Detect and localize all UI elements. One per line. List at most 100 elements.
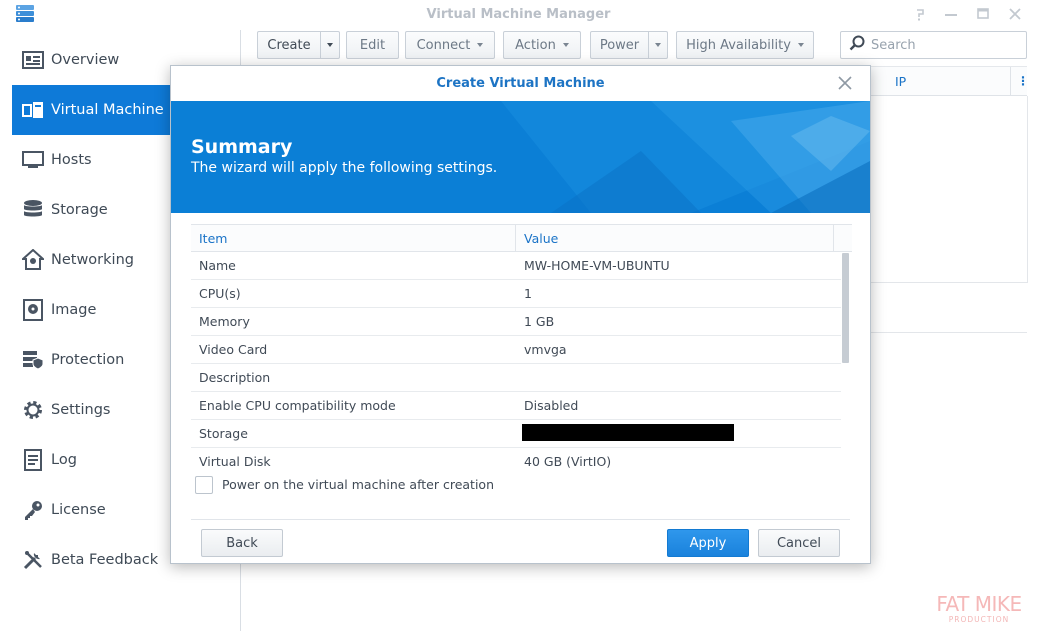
- row-value: vmvga: [524, 342, 567, 357]
- overview-icon: [21, 48, 45, 72]
- summary-heading: Summary: [191, 136, 293, 158]
- beta-feedback-icon: [21, 548, 45, 572]
- sidebar-item-label: Protection: [51, 352, 125, 368]
- image-icon: [21, 298, 45, 322]
- column-header-item[interactable]: Item: [199, 231, 227, 246]
- dialog-title: Create Virtual Machine: [436, 76, 605, 91]
- summary-subheading: The wizard will apply the following sett…: [191, 160, 498, 176]
- create-button[interactable]: Create: [257, 31, 321, 59]
- row-item: Enable CPU compatibility mode: [199, 398, 396, 413]
- protection-icon: [21, 348, 45, 372]
- back-button[interactable]: Back: [201, 529, 283, 557]
- row-item: Description: [199, 370, 271, 385]
- sidebar-item-label: Networking: [51, 252, 134, 268]
- search-field[interactable]: [840, 31, 1027, 59]
- column-menu-icon[interactable]: ⋮: [1017, 74, 1029, 88]
- connect-button-label: Connect: [416, 37, 471, 53]
- high-availability-button[interactable]: High Availability: [676, 31, 814, 59]
- maximize-icon[interactable]: [974, 5, 992, 23]
- search-input[interactable]: [871, 37, 1021, 53]
- row-value: 1 GB: [524, 314, 555, 329]
- row-item: Virtual Disk: [199, 454, 271, 469]
- sidebar-item-label: Settings: [51, 402, 111, 418]
- sidebar-item-label: Storage: [51, 202, 108, 218]
- watermark: FAT MIKE PRODUCTION: [926, 593, 1032, 624]
- dialog-footer-divider: [191, 519, 850, 520]
- row-value: MW-HOME-VM-UBUNTU: [524, 258, 670, 273]
- row-item: Name: [199, 258, 236, 273]
- column-divider: [1010, 67, 1011, 96]
- table-row: Storage: [191, 420, 841, 448]
- table-row: Description: [191, 364, 841, 392]
- chevron-down-icon: [797, 43, 804, 47]
- close-icon[interactable]: [838, 76, 852, 90]
- create-dropdown-button[interactable]: [320, 31, 340, 59]
- watermark-subtitle: PRODUCTION: [948, 615, 1010, 624]
- log-icon: [21, 448, 45, 472]
- grid-divider: [870, 332, 1027, 333]
- chevron-down-icon: [562, 43, 569, 47]
- apply-button[interactable]: Apply: [667, 529, 749, 557]
- row-value: Disabled: [524, 398, 579, 413]
- edit-button[interactable]: Edit: [346, 31, 399, 59]
- column-header-value[interactable]: Value: [524, 231, 558, 246]
- title-bar: Virtual Machine Manager: [0, 0, 1037, 30]
- storage-icon: [21, 198, 45, 222]
- chevron-down-icon: [327, 43, 333, 47]
- row-value: 1: [524, 286, 532, 301]
- row-value: 40 GB (VirtIO): [524, 454, 612, 469]
- sidebar-item-label: Virtual Machine: [51, 102, 164, 118]
- create-vm-dialog: Create Virtual Machine Summary The wizar…: [170, 65, 871, 564]
- license-icon: [21, 498, 45, 522]
- table-row: Enable CPU compatibility mode Disabled: [191, 392, 841, 420]
- column-header-ip[interactable]: IP: [895, 74, 906, 89]
- close-window-icon[interactable]: [1006, 5, 1024, 23]
- sidebar-item-label: Hosts: [51, 152, 92, 168]
- sidebar-item-label: Overview: [51, 52, 120, 68]
- vm-grid-header: IP ⋮: [870, 66, 1029, 96]
- chevron-down-icon: [477, 43, 484, 47]
- table-row: Memory 1 GB: [191, 308, 841, 336]
- column-divider: [833, 225, 834, 252]
- hosts-icon: [21, 148, 45, 172]
- grid-divider: [1027, 96, 1028, 283]
- row-item: Memory: [199, 314, 250, 329]
- scrollbar[interactable]: [842, 253, 849, 363]
- sidebar-item-label: Image: [51, 302, 97, 318]
- minimize-icon[interactable]: [942, 5, 960, 23]
- row-item: CPU(s): [199, 286, 241, 301]
- row-item: Storage: [199, 426, 248, 441]
- power-on-checkbox[interactable]: [195, 476, 213, 494]
- virtual-machine-icon: [21, 98, 45, 122]
- column-divider: [515, 225, 516, 252]
- action-button[interactable]: Action: [503, 31, 581, 59]
- table-row: Video Card vmvga: [191, 336, 841, 364]
- window-title: Virtual Machine Manager: [426, 7, 611, 22]
- power-button[interactable]: Power: [590, 31, 649, 59]
- power-dropdown-button[interactable]: [648, 31, 668, 59]
- table-row: Virtual Disk 40 GB (VirtIO): [191, 448, 841, 470]
- dialog-header: Create Virtual Machine: [171, 66, 870, 101]
- grid-divider: [870, 282, 1027, 283]
- row-item: Video Card: [199, 342, 268, 357]
- power-on-label[interactable]: Power on the virtual machine after creat…: [222, 477, 494, 492]
- summary-grid-header: Item Value: [191, 224, 852, 252]
- cancel-button[interactable]: Cancel: [758, 529, 840, 557]
- chevron-down-icon: [655, 43, 661, 47]
- search-icon: [849, 35, 865, 55]
- sidebar-item-label: Beta Feedback: [51, 552, 159, 568]
- connect-button[interactable]: Connect: [405, 31, 495, 59]
- summary-banner: Summary The wizard will apply the follow…: [171, 101, 870, 213]
- redacted-value: [522, 424, 734, 441]
- high-availability-label: High Availability: [686, 37, 791, 53]
- help-icon[interactable]: [912, 5, 930, 23]
- summary-grid: Item Value Name MW-HOME-VM-UBUNTU CPU(s)…: [191, 224, 852, 470]
- table-row: Name MW-HOME-VM-UBUNTU: [191, 252, 841, 280]
- sidebar-item-label: License: [51, 502, 106, 518]
- networking-icon: [21, 248, 45, 272]
- watermark-title: FAT MIKE: [936, 592, 1022, 616]
- sidebar-item-label: Log: [51, 452, 77, 468]
- action-button-label: Action: [515, 37, 556, 53]
- table-row: CPU(s) 1: [191, 280, 841, 308]
- settings-icon: [21, 398, 45, 422]
